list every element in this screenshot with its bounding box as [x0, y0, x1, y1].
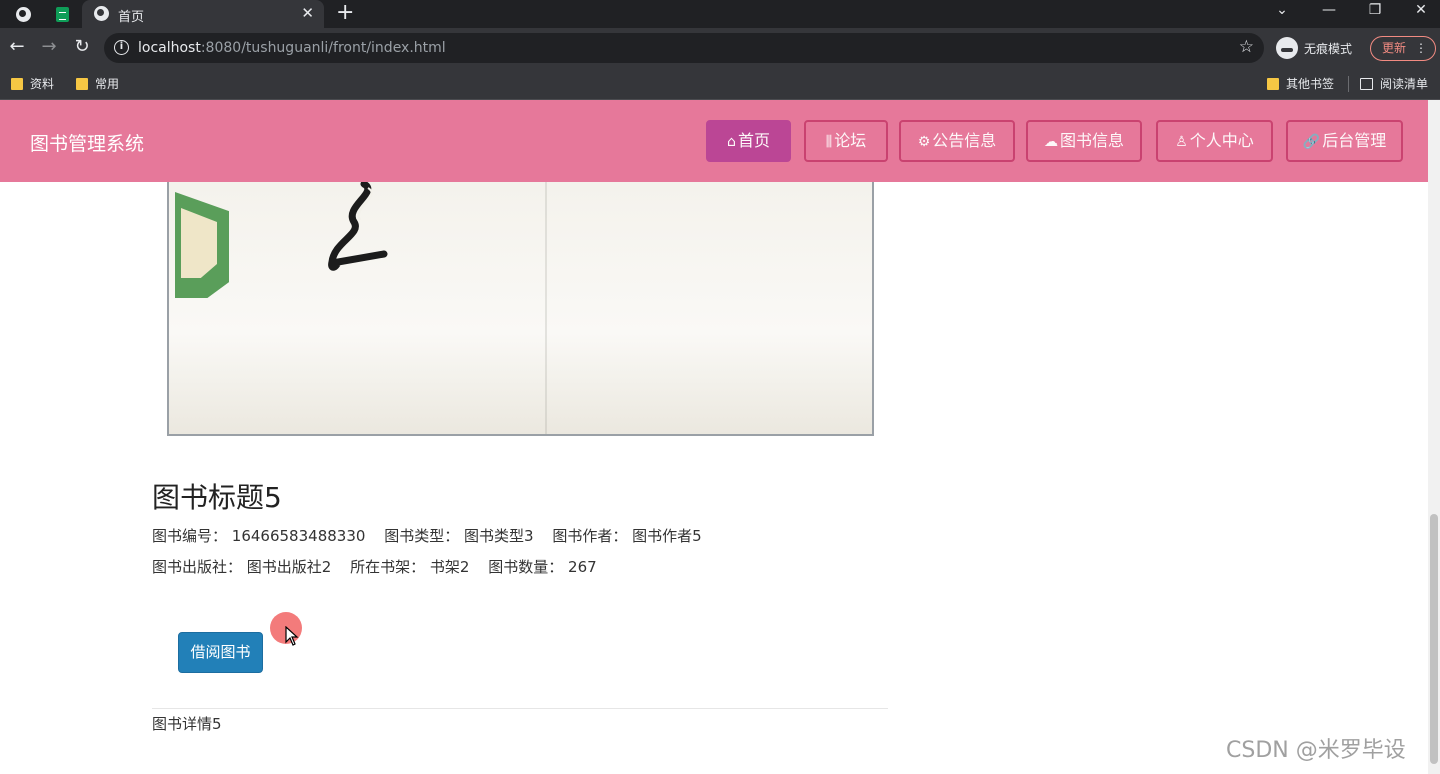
- reading-list[interactable]: 阅读清单: [1360, 75, 1428, 92]
- bookmarks-bar: 资料 常用 其他书签 阅读清单: [0, 68, 1440, 100]
- count-label: 图书数量：: [488, 558, 564, 576]
- number-label: 图书编号：: [152, 527, 228, 545]
- bookmark-label: 资料: [30, 77, 55, 91]
- folder-icon: [1267, 77, 1279, 90]
- folder-icon: [11, 77, 23, 90]
- nav-label: 图书信息: [1059, 131, 1124, 150]
- gear-icon: ⚙: [917, 134, 931, 150]
- minimize-icon[interactable]: —: [1319, 2, 1339, 18]
- address-bar[interactable]: i localhost:8080/tushuguanli/front/index…: [104, 33, 1264, 63]
- nav-announcements[interactable]: ⚙ 公告信息: [899, 120, 1015, 162]
- book-count: 267: [568, 558, 597, 576]
- page-scrollbar[interactable]: [1428, 100, 1440, 774]
- reading-list-icon: [1360, 77, 1373, 90]
- author-label: 图书作者：: [552, 527, 628, 545]
- menu-dots-icon[interactable]: ⋮: [1415, 37, 1427, 60]
- close-window-icon[interactable]: ✕: [1411, 2, 1431, 18]
- incognito-icon: [1276, 37, 1298, 59]
- browser-tab-strip: 首页 ✕ + ⌄ — ❐ ✕: [0, 0, 1440, 28]
- nav-label: 个人中心: [1189, 131, 1254, 150]
- site-header: 图书管理系统 ⌂ 首页 ⫼ 论坛 ⚙ 公告信息 ☁ 图书信息 ♙ 个人中心 🔗 后台管理: [0, 100, 1428, 182]
- nav-book-info[interactable]: ☁ 图书信息: [1026, 120, 1142, 162]
- nav-personal-center[interactable]: ♙ 个人中心: [1156, 120, 1273, 162]
- mouse-cursor-icon: [285, 626, 299, 646]
- book-number: 16466583488330: [231, 527, 366, 545]
- link-icon: 🔗: [1302, 134, 1321, 150]
- nav-label: 论坛: [834, 131, 867, 150]
- folder-icon: [76, 77, 88, 90]
- active-tab[interactable]: 首页 ✕: [82, 0, 324, 28]
- borrow-book-button[interactable]: 借阅图书: [178, 632, 263, 673]
- globe-icon: [94, 6, 109, 21]
- forward-icon[interactable]: →: [38, 37, 60, 57]
- shelf-label: 所在书架：: [350, 558, 426, 576]
- book-shelf: 书架2: [429, 558, 470, 576]
- book-type: 图书类型3: [463, 527, 534, 545]
- url-text[interactable]: localhost:8080/tushuguanli/front/index.h…: [138, 40, 446, 56]
- book-publisher: 图书出版社2: [246, 558, 332, 576]
- nav-home[interactable]: ⌂ 首页: [706, 120, 791, 162]
- nav-label: 公告信息: [932, 131, 997, 150]
- publisher-label: 图书出版社：: [152, 558, 243, 576]
- site-info-icon[interactable]: i: [114, 40, 129, 55]
- bookmarks-separator: [1348, 76, 1349, 92]
- nav-label: 首页: [737, 131, 770, 150]
- book-meta-row-1: 图书编号： 16466583488330 图书类型： 图书类型3 图书作者： 图…: [152, 525, 702, 546]
- new-tab-icon[interactable]: +: [336, 1, 354, 25]
- other-bookmarks[interactable]: 其他书签: [1267, 75, 1334, 92]
- forum-icon: ⫼: [825, 134, 833, 150]
- nav-label: 后台管理: [1322, 131, 1387, 150]
- bookmark-label: 常用: [95, 77, 120, 91]
- browser-toolbar: ← → ↻ i localhost:8080/tushuguanli/front…: [0, 28, 1440, 68]
- type-label: 图书类型：: [384, 527, 460, 545]
- section-divider: [152, 708, 888, 709]
- scrollbar-thumb[interactable]: [1430, 514, 1438, 764]
- update-button[interactable]: 更新 ⋮: [1370, 36, 1436, 61]
- reading-list-label: 阅读清单: [1380, 77, 1429, 91]
- update-label: 更新: [1382, 41, 1407, 55]
- home-icon: ⌂: [727, 134, 736, 150]
- nav-admin[interactable]: 🔗 后台管理: [1286, 120, 1403, 162]
- reload-icon[interactable]: ↻: [71, 37, 93, 57]
- tab-close-icon[interactable]: ✕: [301, 4, 314, 22]
- tab-search-chevron-icon[interactable]: ⌄: [1272, 2, 1292, 18]
- bookmark-folder-changyong[interactable]: 常用: [76, 75, 119, 92]
- incognito-indicator[interactable]: 无痕模式: [1276, 36, 1352, 60]
- nav-forum[interactable]: ⫼ 论坛: [804, 120, 888, 162]
- other-bookmarks-label: 其他书签: [1286, 77, 1335, 91]
- sheets-tab-icon[interactable]: [50, 4, 74, 24]
- book-cover-image: [167, 182, 874, 436]
- tab-title: 首页: [118, 10, 145, 25]
- book-title: 图书标题5: [152, 481, 282, 514]
- user-icon: ♙: [1175, 134, 1188, 150]
- bookmark-star-icon[interactable]: ☆: [1239, 37, 1254, 57]
- incognito-label: 无痕模式: [1304, 41, 1353, 56]
- book-author: 图书作者5: [632, 527, 702, 545]
- book-meta-row-2: 图书出版社： 图书出版社2 所在书架： 书架2 图书数量： 267: [152, 556, 597, 577]
- watermark: CSDN @米罗毕设: [1226, 738, 1406, 763]
- bookmark-folder-ziliao[interactable]: 资料: [11, 75, 54, 92]
- site-brand[interactable]: 图书管理系统: [30, 129, 144, 156]
- book-detail-text: 图书详情5: [152, 715, 222, 733]
- browser-globe-icon[interactable]: [11, 4, 35, 24]
- back-icon[interactable]: ←: [6, 37, 28, 57]
- restore-icon[interactable]: ❐: [1365, 2, 1385, 18]
- cloud-icon: ☁: [1043, 134, 1058, 150]
